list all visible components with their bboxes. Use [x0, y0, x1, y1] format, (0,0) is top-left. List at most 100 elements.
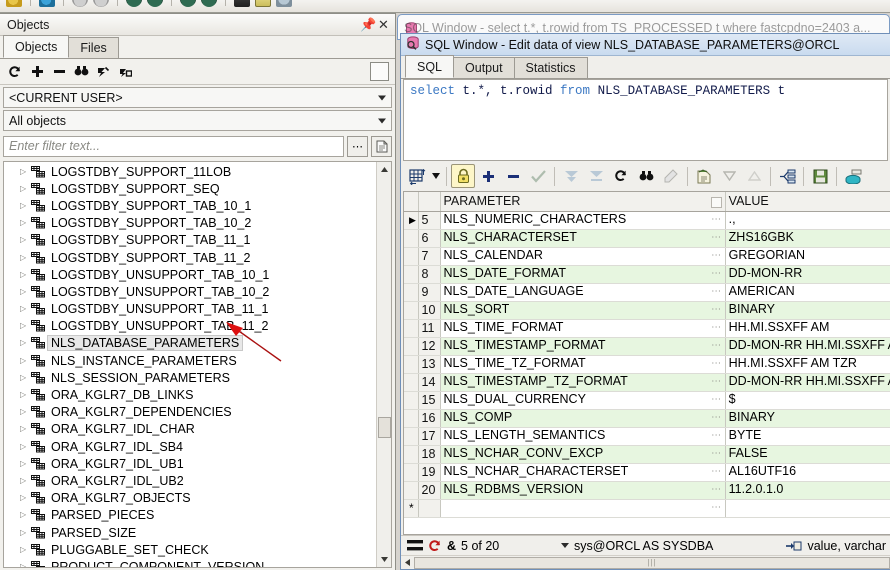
expand-arrow-icon[interactable]: ▷: [20, 236, 31, 244]
cell-editor-button[interactable]: ⋯: [711, 338, 722, 354]
cell-parameter[interactable]: ⋯ NLS_COMP: [440, 409, 726, 428]
table-row[interactable]: 12 ⋯ NLS_TIMESTAMP_FORMAT ⋯DD-MON-RR HH.MI.…: [404, 337, 890, 356]
cell-value[interactable]: ⋯BYTE: [725, 427, 890, 446]
cell-parameter[interactable]: ⋯: [440, 499, 726, 518]
table-row[interactable]: 16⋯NLS_COMP⋯BINARYAAAABi: [404, 409, 890, 428]
sort-asc-icon[interactable]: [742, 164, 766, 188]
expand-arrow-icon[interactable]: ▷: [20, 270, 31, 279]
save-icon[interactable]: [808, 164, 832, 188]
horizontal-scrollbar[interactable]: |||: [401, 555, 890, 569]
expand-arrow-icon[interactable]: ▷: [20, 287, 31, 296]
cell-editor-button[interactable]: ⋯: [711, 248, 722, 264]
tree-item-logstdby-support-seq[interactable]: ▷ LOGSTDBY_SUPPORT_SEQ: [4, 180, 376, 197]
application-toolbar-strip[interactable]: [0, 0, 890, 13]
cell-parameter[interactable]: ⋯ NLS_DATE_FORMAT: [440, 265, 726, 284]
tree-item-logstdby-support-tab-11-2[interactable]: ▷ LOGSTDBY_SUPPORT_TAB_11_2: [4, 249, 376, 266]
commit-icon[interactable]: [841, 164, 865, 188]
expand-arrow-icon[interactable]: ▷: [20, 253, 31, 262]
cell-value[interactable]: ⋯HH.MI.SSXFF AM: [725, 319, 890, 338]
cell-parameter[interactable]: ⋯ NLS_CHARACTERSET: [440, 229, 726, 248]
table-row[interactable]: 7⋯NLS_CALENDAR⋯GREGORIANAAAABi: [404, 247, 890, 266]
tree-item-ora-kglr7-db-links[interactable]: ▷ ORA_KGLR7_DB_LINKS: [4, 386, 376, 403]
data-grid[interactable]: PARAMETER VALUE ROWID ▶5 ⋯ NLS_NUMERIC_CHA…: [403, 191, 890, 535]
column-header-parameter[interactable]: PARAMETER: [440, 192, 726, 212]
toolbar-icon-disk-b[interactable]: [93, 0, 109, 7]
tab-sql[interactable]: SQL: [405, 55, 455, 78]
table-row[interactable]: 18⋯NLS_NCHAR_CONV_EXCP⋯FALSEAAAABi: [404, 445, 890, 464]
cell-value[interactable]: ⋯BINARY: [725, 301, 890, 320]
cell-editor-button[interactable]: ⋯: [711, 464, 722, 480]
insert-record-icon[interactable]: [476, 164, 500, 188]
tree-item-nls-database-parameters[interactable]: ▷ NLS_DATABASE_PARAMETERS: [4, 335, 376, 352]
next-set-icon[interactable]: [559, 164, 583, 188]
highlight-icon[interactable]: [659, 164, 683, 188]
cell-editor-button[interactable]: ⋯: [711, 212, 722, 228]
table-row[interactable]: 17⋯NLS_LENGTH_SEMANTICS⋯BYTEAAAABi: [404, 427, 890, 446]
toolbar-icon-disk-a[interactable]: [72, 0, 88, 7]
object-type-combo[interactable]: All objects: [3, 110, 392, 131]
lock-icon[interactable]: [115, 62, 135, 82]
toolbar-icon-db-c[interactable]: [180, 0, 196, 7]
expand-arrow-icon[interactable]: ▷: [20, 167, 31, 176]
filter-icon[interactable]: [93, 62, 113, 82]
table-row[interactable]: 13 ⋯ NLS_TIME_TZ_FORMAT ⋯HH.MI.SSXFF AM TZR…: [404, 355, 890, 374]
expand-arrow-icon[interactable]: ▷: [20, 373, 31, 382]
tree-item-ora-kglr7-idl-sb4[interactable]: ▷ ORA_KGLR7_IDL_SB4: [4, 438, 376, 455]
cell-parameter[interactable]: ⋯ NLS_DATE_LANGUAGE: [440, 283, 726, 302]
objects-tree-list[interactable]: ▷ LOGSTDBY_SUPPORT_11LOB ▷ LOGSTDBY_SUPPORT…: [4, 162, 376, 567]
tree-item-ora-kglr7-objects[interactable]: ▷ ORA_KGLR7_OBJECTS: [4, 490, 376, 507]
scrollbar-thumb[interactable]: [378, 417, 391, 438]
cell-parameter[interactable]: ⋯ NLS_TIME_TZ_FORMAT: [440, 355, 726, 374]
tree-item-logstdby-unsupport-tab-11-2[interactable]: ▷ LOGSTDBY_UNSUPPORT_TAB_11_2: [4, 318, 376, 335]
expand-arrow-icon[interactable]: ▷: [20, 528, 31, 537]
expand-arrow-icon[interactable]: ▷: [20, 356, 31, 365]
table-row[interactable]: 9⋯NLS_DATE_LANGUAGE⋯AMERICANAAAABi: [404, 283, 890, 302]
toolbar-icon-save[interactable]: [39, 0, 55, 7]
cell-value[interactable]: ⋯: [725, 499, 890, 518]
table-row[interactable]: 10⋯NLS_SORT⋯BINARYAAAABi: [404, 301, 890, 320]
tree-item-ora-kglr7-idl-char[interactable]: ▷ ORA_KGLR7_IDL_CHAR: [4, 421, 376, 438]
grid-layout-icon[interactable]: [405, 164, 429, 188]
data-grid-body[interactable]: ▶5⋯NLS_NUMERIC_CHARACTERS⋯.,AAAABi6⋯NLS_…: [404, 211, 890, 518]
cell-value[interactable]: ⋯DD-MON-RR HH.MI.SSXFF AM TZR: [725, 373, 890, 392]
ellipsis-button[interactable]: ⋯: [347, 135, 368, 157]
expand-arrow-icon[interactable]: ▷: [20, 476, 31, 485]
cell-editor-button[interactable]: ⋯: [711, 230, 722, 246]
tree-item-ora-kglr7-idl-ub2[interactable]: ▷ ORA_KGLR7_IDL_UB2: [4, 472, 376, 489]
find-icon[interactable]: [71, 62, 91, 82]
objects-tree-scrollbar[interactable]: [376, 162, 391, 567]
table-row[interactable]: 11⋯NLS_TIME_FORMAT⋯HH.MI.SSXFF AMAAAABi: [404, 319, 890, 338]
cell-editor-button[interactable]: ⋯: [711, 374, 722, 390]
tree-item-logstdby-unsupport-tab-11-1[interactable]: ▷ LOGSTDBY_UNSUPPORT_TAB_11_1: [4, 301, 376, 318]
column-resize-grip[interactable]: [710, 197, 722, 209]
scroll-up-arrow-icon[interactable]: [377, 162, 391, 177]
cell-value[interactable]: ⋯.,: [725, 211, 890, 230]
expand-arrow-icon[interactable]: ▷: [20, 408, 31, 416]
cell-value[interactable]: ⋯$: [725, 391, 890, 410]
toolbar-icon-db-a[interactable]: [126, 0, 142, 7]
tree-item-nls-instance-parameters[interactable]: ▷ NLS_INSTANCE_PARAMETERS: [4, 352, 376, 369]
cell-value[interactable]: ⋯FALSE: [725, 445, 890, 464]
cell-parameter[interactable]: ⋯ NLS_DUAL_CURRENCY: [440, 391, 726, 410]
toolbar-icon-db-d[interactable]: [201, 0, 217, 7]
cell-value[interactable]: ⋯ZHS16GBK: [725, 229, 890, 248]
table-row[interactable]: 14 ⋯ NLS_TIMESTAMP_TZ_FORMAT ⋯DD-MON-RR HH.…: [404, 373, 890, 392]
table-row[interactable]: 15⋯NLS_DUAL_CURRENCY⋯$AAAABi: [404, 391, 890, 410]
cell-value[interactable]: ⋯AMERICAN: [725, 283, 890, 302]
expand-arrow-icon[interactable]: ▷: [20, 425, 31, 433]
fetch-all-icon[interactable]: [584, 164, 608, 188]
objects-tree[interactable]: ▷ LOGSTDBY_SUPPORT_11LOB ▷ LOGSTDBY_SUPPORT…: [3, 161, 392, 568]
cell-value[interactable]: ⋯HH.MI.SSXFF AM TZR: [725, 355, 890, 374]
cell-editor-button[interactable]: ⋯: [711, 482, 722, 498]
table-row[interactable]: 20⋯NLS_RDBMS_VERSION⋯11.2.0.1.0AAAABi: [404, 481, 890, 500]
cell-parameter[interactable]: ⋯ NLS_RDBMS_VERSION: [440, 481, 726, 500]
tree-item-logstdby-unsupport-tab-10-1[interactable]: ▷ LOGSTDBY_UNSUPPORT_TAB_10_1: [4, 266, 376, 283]
export-icon[interactable]: [775, 164, 799, 188]
expand-arrow-icon[interactable]: ▷: [20, 305, 31, 313]
expand-arrow-icon[interactable]: ▷: [20, 201, 31, 210]
cell-parameter[interactable]: ⋯ NLS_CALENDAR: [440, 247, 726, 266]
toolbar-icon-find[interactable]: [234, 0, 250, 7]
cell-editor-button[interactable]: ⋯: [711, 266, 722, 282]
tree-item-parsed-pieces[interactable]: ▷ PARSED_PIECES: [4, 507, 376, 524]
cell-editor-button[interactable]: ⋯: [711, 302, 722, 318]
